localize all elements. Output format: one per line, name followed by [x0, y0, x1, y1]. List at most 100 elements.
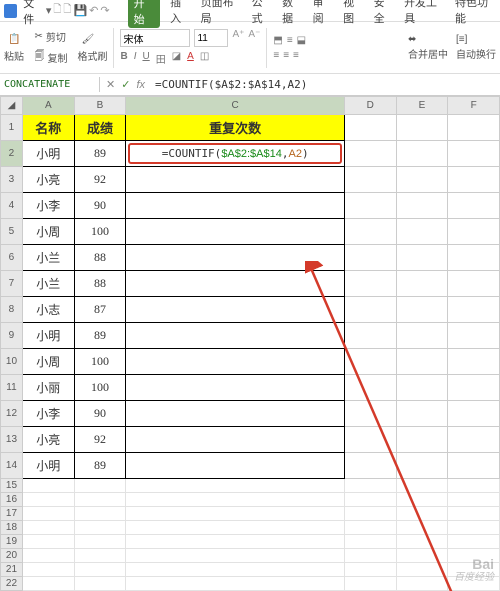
cell[interactable]: [396, 375, 448, 401]
col-header-d[interactable]: D: [344, 97, 396, 115]
cell[interactable]: [126, 549, 345, 563]
undo-icon[interactable]: ↶: [89, 4, 98, 17]
cell[interactable]: [74, 493, 126, 507]
col-header-f[interactable]: F: [448, 97, 500, 115]
increase-font-icon[interactable]: A⁺: [232, 29, 244, 47]
cell[interactable]: [344, 167, 396, 193]
cell[interactable]: [126, 577, 345, 591]
cell[interactable]: [344, 193, 396, 219]
cell[interactable]: 87: [74, 297, 126, 323]
cell[interactable]: [448, 323, 500, 349]
cell[interactable]: [344, 577, 396, 591]
cell[interactable]: [74, 535, 126, 549]
cell[interactable]: [396, 521, 448, 535]
cell[interactable]: [344, 493, 396, 507]
cancel-formula-icon[interactable]: ✕: [106, 78, 115, 91]
cell[interactable]: 小亮: [22, 427, 74, 453]
cell[interactable]: 名称: [22, 115, 74, 141]
row-header[interactable]: 8: [1, 297, 23, 323]
formula-edit-box[interactable]: =COUNTIF($A$2:$A$14,A2): [128, 143, 342, 164]
tab-1[interactable]: 插入: [170, 0, 191, 28]
bold-icon[interactable]: B: [120, 51, 127, 66]
cell[interactable]: [344, 479, 396, 493]
row-header[interactable]: 11: [1, 375, 23, 401]
paste-button[interactable]: 📋: [4, 32, 24, 47]
col-header-a[interactable]: A: [22, 97, 74, 115]
cell[interactable]: [74, 521, 126, 535]
cell[interactable]: [126, 401, 345, 427]
cell[interactable]: [396, 563, 448, 577]
align-middle-icon[interactable]: ≡: [287, 35, 293, 46]
row-header[interactable]: 2: [1, 141, 23, 167]
cell[interactable]: [448, 115, 500, 141]
cell[interactable]: [74, 507, 126, 521]
cell[interactable]: 小周: [22, 349, 74, 375]
tab-2[interactable]: 页面布局: [201, 0, 242, 28]
cell[interactable]: 成绩: [74, 115, 126, 141]
cell[interactable]: [396, 577, 448, 591]
cell[interactable]: [344, 323, 396, 349]
cell[interactable]: 重复次数: [126, 115, 345, 141]
cell[interactable]: [344, 271, 396, 297]
row-header[interactable]: 22: [1, 577, 23, 591]
cell[interactable]: [396, 193, 448, 219]
cell[interactable]: [126, 521, 345, 535]
accept-formula-icon[interactable]: ✓: [121, 78, 130, 91]
row-header[interactable]: 7: [1, 271, 23, 297]
cell[interactable]: [126, 453, 345, 479]
tab-5[interactable]: 审阅: [313, 0, 334, 28]
row-header[interactable]: 5: [1, 219, 23, 245]
row-header[interactable]: 6: [1, 245, 23, 271]
format-painter-button[interactable]: 🖌: [77, 32, 107, 47]
cell[interactable]: [22, 493, 74, 507]
cell[interactable]: [344, 549, 396, 563]
align-top-icon[interactable]: ⬒: [273, 35, 282, 46]
cell[interactable]: [448, 271, 500, 297]
font-name-select[interactable]: [120, 29, 190, 47]
cell[interactable]: [396, 453, 448, 479]
cell[interactable]: [22, 479, 74, 493]
cell[interactable]: 小周: [22, 219, 74, 245]
cell[interactable]: [396, 323, 448, 349]
underline-icon[interactable]: U: [142, 51, 149, 66]
cell[interactable]: [448, 493, 500, 507]
tab-0[interactable]: 开始: [128, 0, 161, 28]
cell[interactable]: [126, 535, 345, 549]
cell[interactable]: [126, 167, 345, 193]
cell[interactable]: 100: [74, 375, 126, 401]
cell[interactable]: [344, 141, 396, 167]
cell[interactable]: [344, 535, 396, 549]
row-header[interactable]: 1: [1, 115, 23, 141]
row-header[interactable]: 9: [1, 323, 23, 349]
italic-icon[interactable]: I: [134, 51, 137, 66]
wrap-text-button[interactable]: [≡] 自动换行: [456, 34, 496, 61]
cell[interactable]: [74, 479, 126, 493]
cell[interactable]: 小丽: [22, 375, 74, 401]
cell[interactable]: 88: [74, 245, 126, 271]
row-header[interactable]: 16: [1, 493, 23, 507]
cell[interactable]: [448, 507, 500, 521]
cell[interactable]: [396, 297, 448, 323]
cell[interactable]: [126, 219, 345, 245]
tab-3[interactable]: 公式: [252, 0, 273, 28]
font-color-icon[interactable]: A: [187, 51, 194, 66]
cell[interactable]: 小兰: [22, 245, 74, 271]
row-header[interactable]: 20: [1, 549, 23, 563]
cell[interactable]: [344, 375, 396, 401]
merge-center-button[interactable]: ⬌ 合并居中: [408, 34, 448, 61]
cell[interactable]: 90: [74, 401, 126, 427]
align-left-icon[interactable]: ≡: [273, 50, 279, 61]
tab-8[interactable]: 开发工具: [404, 0, 445, 28]
cell[interactable]: [22, 535, 74, 549]
cell[interactable]: [448, 521, 500, 535]
cell[interactable]: [126, 507, 345, 521]
cell[interactable]: [22, 507, 74, 521]
cell[interactable]: 100: [74, 219, 126, 245]
cell[interactable]: [396, 535, 448, 549]
next-doc-icon[interactable]: 🗋: [63, 2, 71, 19]
cell[interactable]: [448, 375, 500, 401]
cell[interactable]: [396, 507, 448, 521]
cell[interactable]: 90: [74, 193, 126, 219]
cell[interactable]: [396, 245, 448, 271]
tab-9[interactable]: 特色功能: [455, 0, 496, 28]
